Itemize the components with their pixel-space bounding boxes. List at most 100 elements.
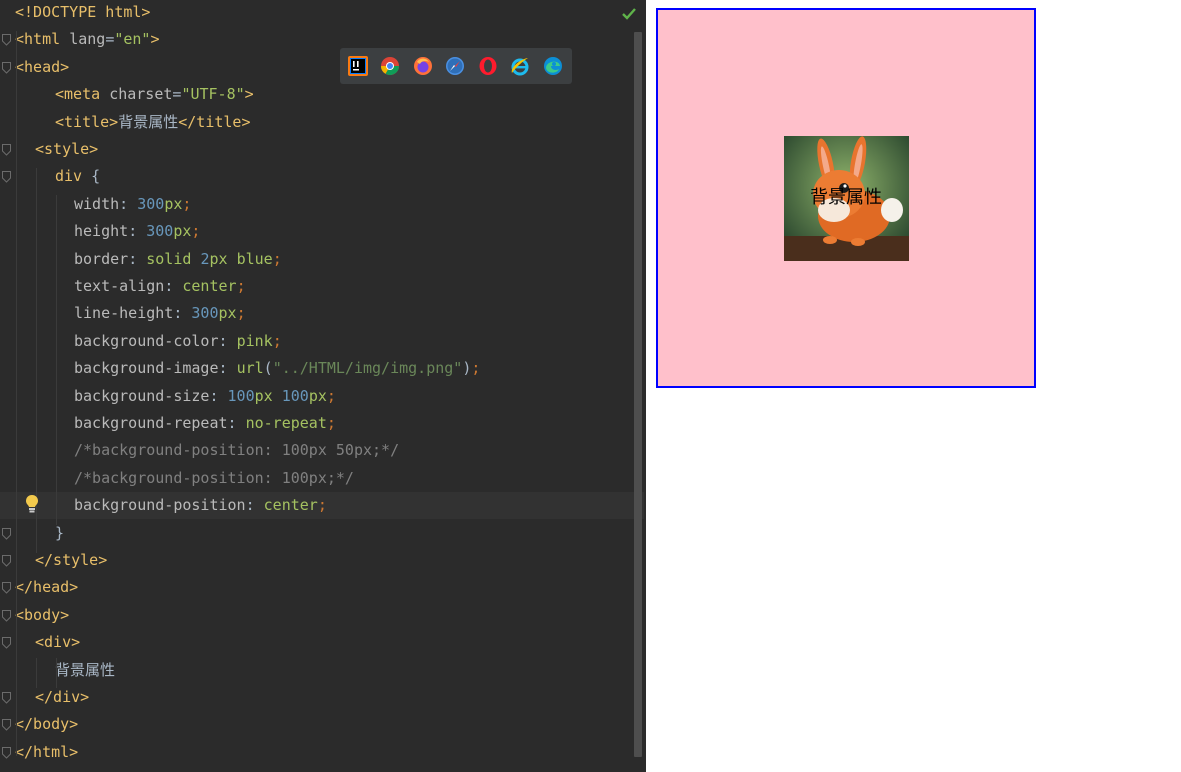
fold-marker-icon[interactable] [2, 144, 11, 156]
code-line[interactable]: background-image: url("../HTML/img/img.p… [0, 355, 644, 382]
code-line[interactable]: background-size: 100px 100px; [0, 383, 644, 410]
code-lines[interactable]: <!DOCTYPE html> <html lang="en"> <head> <me… [0, 0, 644, 772]
fold-marker-icon[interactable] [2, 637, 11, 649]
edge-icon[interactable] [543, 56, 563, 76]
code-token: "UTF-8" [181, 85, 245, 104]
fold-marker-icon[interactable] [2, 171, 11, 184]
fold-marker-icon[interactable] [2, 555, 11, 567]
fold-marker-icon[interactable] [2, 719, 11, 732]
code-line-text: background-repeat: no-repeat; [74, 410, 336, 437]
code-line-text: </body> [15, 711, 78, 738]
code-token: line-height [74, 304, 174, 323]
code-token: px [308, 386, 327, 405]
code-token: : [164, 277, 183, 295]
code-line[interactable]: <body> [0, 602, 644, 629]
fold-marker-icon[interactable] [2, 582, 11, 595]
intellij-icon[interactable] [348, 56, 368, 76]
browser-preview-pane: 背景属性 [646, 0, 1181, 772]
code-line[interactable]: </html> [0, 739, 644, 766]
code-line[interactable]: <div> [0, 629, 644, 656]
code-token: blue [236, 249, 273, 268]
code-line-text: <body> [15, 602, 69, 629]
code-token: > [150, 30, 160, 49]
code-token: background-size [74, 386, 210, 405]
code-line-text: border: solid 2px blue; [74, 246, 282, 273]
code-line[interactable]: width: 300px; [0, 191, 644, 218]
code-token: 300 [191, 304, 219, 323]
code-line[interactable]: } [0, 520, 644, 547]
code-line[interactable]: /*background-position: 100px 50px;*/ [0, 437, 644, 464]
code-token: : [218, 331, 237, 350]
code-line[interactable]: background-color: pink; [0, 328, 644, 355]
code-line[interactable]: height: 300px; [0, 218, 644, 245]
code-token: ; [191, 222, 201, 241]
code-token: <meta [55, 85, 110, 104]
code-line[interactable]: <title>背景属性</title> [0, 109, 644, 136]
code-line[interactable]: <style> [0, 136, 644, 163]
fold-marker-icon[interactable] [2, 692, 11, 704]
code-token: : [128, 249, 147, 268]
code-token: px [209, 249, 237, 268]
scrollbar-thumb[interactable] [634, 32, 642, 757]
code-token: > [244, 85, 254, 104]
code-line[interactable]: </body> [0, 711, 644, 738]
code-token: ( [263, 359, 273, 378]
code-line[interactable]: background-repeat: no-repeat; [0, 410, 644, 437]
code-line[interactable]: text-align: center; [0, 273, 644, 300]
lightbulb-icon[interactable] [24, 494, 40, 514]
code-token: charset [109, 85, 173, 104]
code-line-text: width: 300px; [74, 191, 191, 218]
code-line-text: line-height: 300px; [74, 300, 246, 327]
browser-preview-bar [340, 48, 572, 84]
code-line[interactable]: background-position: center; [0, 492, 644, 520]
code-line-text: </style> [35, 547, 107, 574]
code-line[interactable]: <!DOCTYPE html> [0, 0, 644, 26]
code-token: ; [326, 414, 336, 432]
fold-marker-icon[interactable] [2, 34, 11, 47]
fold-marker-icon[interactable] [2, 609, 11, 622]
code-line-text: <meta charset="UTF-8"> [55, 81, 254, 108]
code-line-text: text-align: center; [74, 273, 246, 300]
code-line[interactable]: div { [0, 163, 644, 190]
code-line-text: div { [55, 163, 100, 190]
ie-icon[interactable] [510, 56, 530, 76]
code-token: : [173, 304, 192, 323]
fold-marker-icon[interactable] [2, 527, 11, 540]
code-line[interactable]: /*background-position: 100px;*/ [0, 465, 644, 492]
fold-marker-icon[interactable] [2, 746, 11, 759]
code-token: ; [272, 249, 282, 268]
code-token: url [236, 359, 264, 378]
code-token: ; [236, 277, 246, 295]
code-token: height [74, 222, 129, 241]
code-line-text: /*background-position: 100px;*/ [74, 465, 354, 492]
code-line-text: background-image: url("../HTML/img/img.p… [74, 355, 480, 382]
code-token: 背景属性 [55, 660, 116, 679]
code-token: = [105, 30, 115, 49]
indent-guide [56, 195, 57, 525]
code-editor[interactable]: <!DOCTYPE html> <html lang="en"> <head> <me… [0, 0, 646, 772]
check-icon [622, 8, 636, 20]
code-token: lang [69, 30, 106, 49]
firefox-icon[interactable] [413, 56, 433, 76]
code-token: center [182, 277, 237, 295]
code-token: pink [236, 331, 273, 350]
code-token: : [245, 496, 264, 515]
chrome-icon[interactable] [380, 56, 400, 76]
opera-icon[interactable] [478, 56, 498, 76]
code-token: </div> [35, 688, 90, 706]
code-token: </html> [15, 742, 79, 761]
code-token: <!DOCTYPE html> [15, 3, 151, 21]
code-token: ; [236, 304, 246, 323]
code-line[interactable]: </head> [0, 574, 644, 601]
code-line[interactable]: </div> [0, 684, 644, 711]
code-token: ; [317, 496, 327, 515]
code-line[interactable]: <meta charset="UTF-8"> [0, 81, 644, 108]
code-line[interactable]: border: solid 2px blue; [0, 246, 644, 273]
safari-icon[interactable] [445, 56, 465, 76]
code-token: <html [15, 30, 70, 49]
code-line[interactable]: line-height: 300px; [0, 300, 644, 327]
fold-marker-icon[interactable] [2, 61, 11, 74]
code-line[interactable]: </style> [0, 547, 644, 574]
code-line[interactable]: 背景属性 [0, 657, 644, 684]
code-token: 100 [281, 386, 309, 405]
